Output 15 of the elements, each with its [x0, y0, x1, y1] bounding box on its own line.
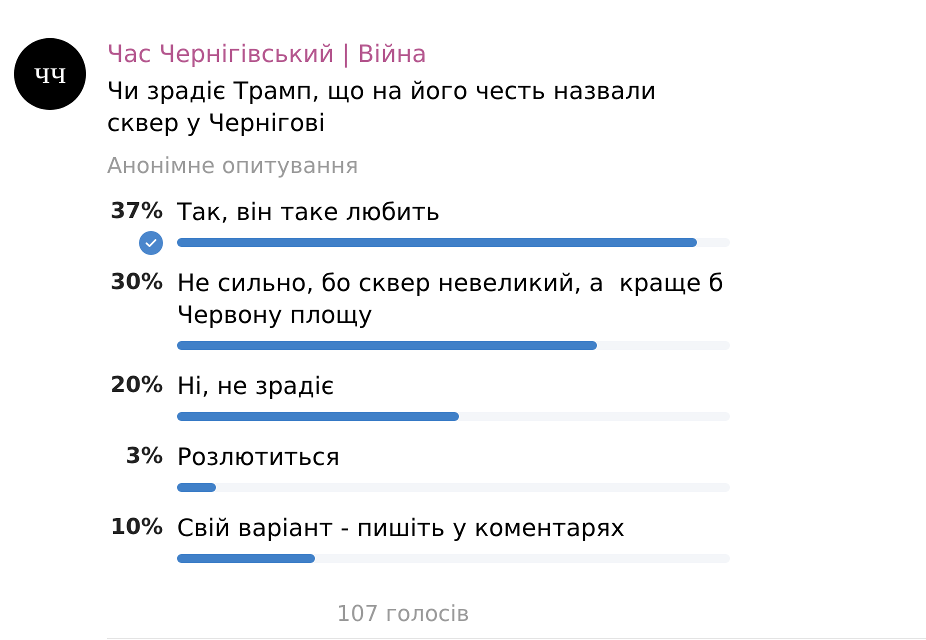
option-percent: 3%	[124, 443, 163, 471]
option-text: Так, він таке любить	[177, 197, 441, 228]
option-text: Свій варіант - пишіть у коментарях	[177, 513, 626, 544]
option-percent: 10%	[109, 514, 163, 542]
option-percent: 37%	[109, 198, 163, 226]
poll-type-label: Анонімне опитування	[107, 155, 358, 179]
vote-count: 107 голосів	[336, 603, 470, 627]
option-text: Розлютиться	[177, 442, 341, 473]
option-percent: 30%	[109, 269, 163, 297]
option-text: Не сильно, бо сквер невеликий, а краще б Червону площу	[177, 268, 724, 331]
option-text: Ні, не зрадіє	[177, 371, 336, 402]
poll-question: Чи зрадіє Трамп, що на його честь назвали сквер у Чернігові	[107, 76, 658, 139]
option-percent: 20%	[109, 372, 163, 400]
channel-avatar[interactable]: чч	[14, 38, 86, 110]
channel-name[interactable]: Час Чернігівський | Війна	[107, 40, 427, 68]
